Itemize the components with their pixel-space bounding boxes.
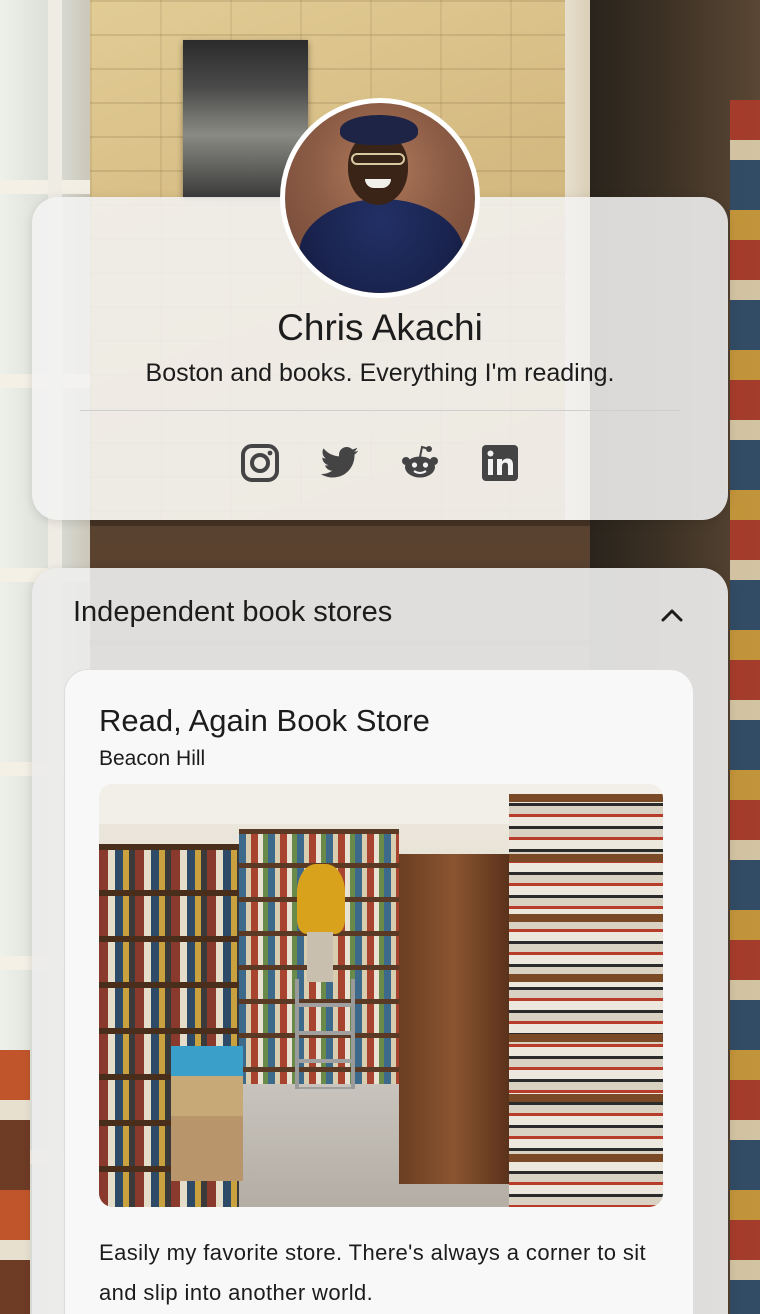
collection-header[interactable]: Independent book stores <box>32 568 728 658</box>
store-description: Easily my favorite store. There's always… <box>99 1240 647 1305</box>
twitter-icon <box>320 447 359 478</box>
avatar <box>280 98 480 298</box>
profile-bio: Boston and books. Everything I'm reading… <box>145 359 615 387</box>
divider <box>80 410 680 411</box>
store-photo <box>99 784 663 1207</box>
store-card[interactable]: Read, Again Book Store Beacon Hill Easil… <box>64 669 694 1314</box>
chevron-up-icon[interactable] <box>658 602 686 630</box>
store-title: Read, Again Book Store <box>99 703 430 738</box>
store-location: Beacon Hill <box>99 747 206 770</box>
profile-name: Chris Akachi <box>277 307 483 348</box>
twitter-link[interactable] <box>320 443 360 483</box>
instagram-icon <box>241 444 279 482</box>
linkedin-icon <box>482 445 518 481</box>
linkedin-link[interactable] <box>480 443 520 483</box>
instagram-link[interactable] <box>240 443 280 483</box>
collection-card: Independent book stores Read, Again Book… <box>32 568 728 1314</box>
reddit-link[interactable] <box>400 443 440 483</box>
reddit-icon <box>402 445 438 478</box>
social-links <box>32 443 728 483</box>
collection-title: Independent book stores <box>73 596 393 628</box>
